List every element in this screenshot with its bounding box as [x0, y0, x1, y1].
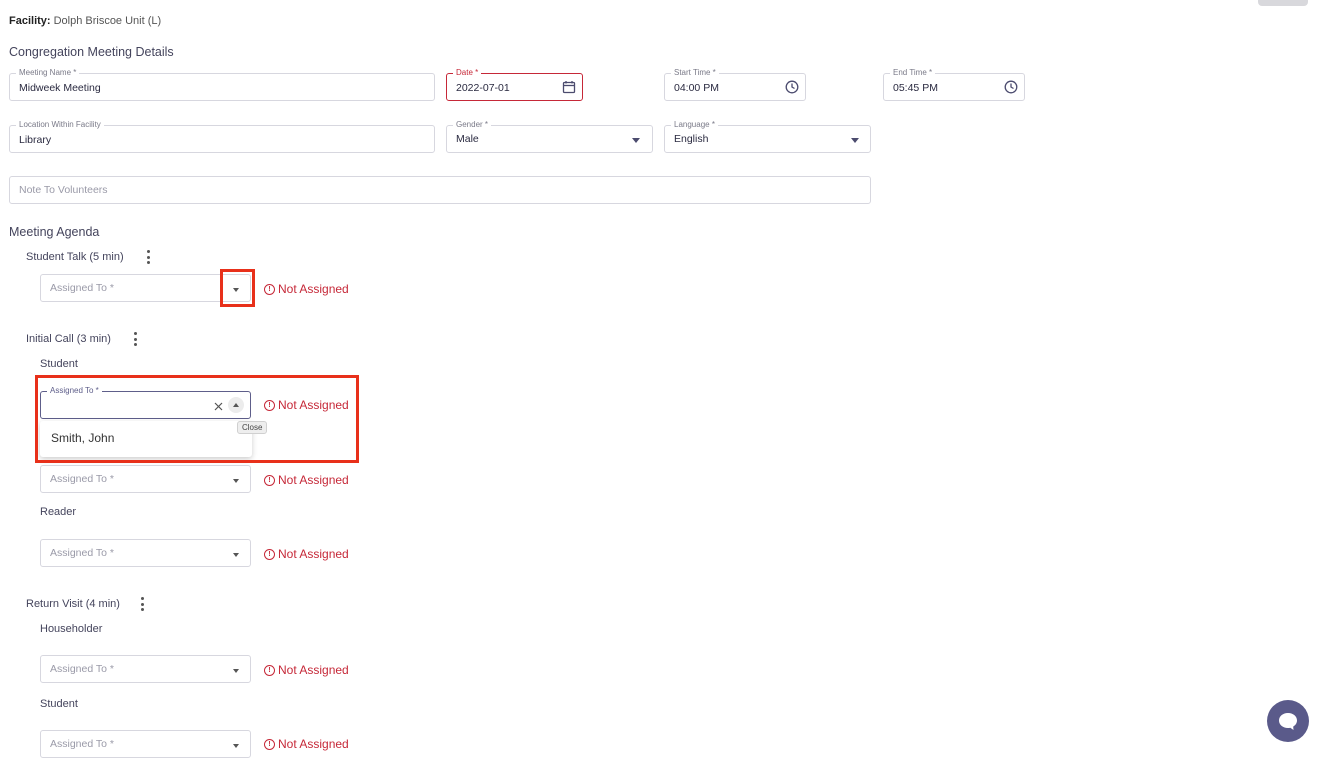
not-assigned-text: Not Assigned: [278, 398, 349, 412]
assigned-placeholder: Assigned To *: [50, 663, 115, 675]
facility-value: Dolph Briscoe Unit (L): [53, 15, 162, 27]
location-value: Library: [19, 134, 52, 146]
chevron-down-icon[interactable]: [632, 138, 640, 143]
not-assigned-status: ! Not Assigned: [264, 398, 349, 412]
location-label: Location Within Facility: [16, 120, 104, 130]
return-visit-student-select[interactable]: Assigned To *: [40, 730, 251, 758]
not-assigned-status: ! Not Assigned: [264, 663, 349, 677]
meeting-name-label: Meeting Name *: [16, 68, 80, 78]
chevron-down-icon[interactable]: [233, 479, 239, 483]
alert-circle-icon: !: [264, 738, 275, 750]
language-select[interactable]: Language * English: [664, 120, 871, 153]
householder-role-label: Householder: [40, 623, 103, 635]
not-assigned-text: Not Assigned: [278, 547, 349, 561]
chevron-down-icon[interactable]: [233, 553, 239, 557]
agenda-title: Meeting Agenda: [9, 225, 100, 239]
clock-icon[interactable]: [785, 80, 799, 94]
not-assigned-text: Not Assigned: [278, 737, 349, 751]
assigned-placeholder: Assigned To *: [50, 738, 115, 750]
kebab-menu-icon[interactable]: [141, 597, 145, 613]
kebab-menu-icon[interactable]: [134, 332, 138, 348]
language-label: Language *: [671, 120, 718, 130]
end-time-value: 05:45 PM: [893, 82, 938, 94]
reader-role-label: Reader: [40, 506, 77, 518]
start-time-value: 04:00 PM: [674, 82, 719, 94]
not-assigned-text: Not Assigned: [278, 663, 349, 677]
initial-call-title: Initial Call (3 min): [26, 333, 111, 345]
location-field[interactable]: Location Within Facility Library: [9, 120, 435, 153]
date-value: 2022-07-01: [456, 82, 510, 94]
clock-icon[interactable]: [1004, 80, 1018, 94]
chat-icon: [1279, 713, 1297, 730]
calendar-icon[interactable]: [562, 80, 576, 94]
kebab-menu-icon[interactable]: [147, 250, 151, 266]
meeting-name-value: Midweek Meeting: [19, 82, 101, 94]
chevron-down-icon[interactable]: [851, 138, 859, 143]
gender-value: Male: [456, 133, 479, 145]
start-time-label: Start Time *: [671, 68, 719, 78]
end-time-label: End Time *: [890, 68, 936, 78]
student-role-label: Student: [40, 358, 78, 370]
householder-assigned-select[interactable]: Assigned To *: [40, 655, 251, 683]
student-talk-title: Student Talk (5 min): [26, 251, 124, 263]
alert-circle-icon: !: [264, 399, 275, 411]
alert-circle-icon: !: [264, 474, 275, 486]
note-to-volunteers-field[interactable]: Note To Volunteers: [9, 176, 871, 204]
assigned-placeholder: Assigned To *: [50, 473, 115, 485]
chevron-down-icon[interactable]: [233, 669, 239, 673]
chevron-down-icon[interactable]: [233, 744, 239, 748]
alert-circle-icon: !: [264, 283, 275, 295]
initial-call-second-select[interactable]: Assigned To *: [40, 465, 251, 493]
end-time-field[interactable]: End Time * 05:45 PM: [883, 68, 1025, 101]
assigned-placeholder: Assigned To *: [50, 282, 115, 294]
gender-label: Gender *: [453, 120, 492, 130]
details-title: Congregation Meeting Details: [9, 45, 174, 59]
date-field[interactable]: Date * 2022-07-01: [446, 68, 583, 101]
note-placeholder: Note To Volunteers: [19, 184, 108, 196]
not-assigned-text: Not Assigned: [278, 473, 349, 487]
return-visit-title: Return Visit (4 min): [26, 598, 120, 610]
meeting-name-field[interactable]: Meeting Name * Midweek Meeting: [9, 68, 435, 101]
gender-select[interactable]: Gender * Male: [446, 120, 653, 153]
not-assigned-status: ! Not Assigned: [264, 737, 349, 751]
date-label: Date *: [453, 68, 482, 78]
start-time-field[interactable]: Start Time * 04:00 PM: [664, 68, 806, 101]
not-assigned-status: ! Not Assigned: [264, 547, 349, 561]
not-assigned-text: Not Assigned: [278, 282, 349, 296]
not-assigned-status: ! Not Assigned: [264, 473, 349, 487]
alert-circle-icon: !: [264, 548, 275, 560]
language-value: English: [674, 133, 709, 145]
facility-label: Facility:: [9, 15, 51, 27]
alert-circle-icon: !: [264, 664, 275, 676]
chat-button[interactable]: [1267, 700, 1309, 742]
highlight-box: [220, 269, 255, 307]
highlight-box: [35, 375, 359, 463]
assigned-placeholder: Assigned To *: [50, 547, 115, 559]
facility-line: Facility: Dolph Briscoe Unit (L): [9, 15, 161, 27]
not-assigned-status: ! Not Assigned: [264, 282, 349, 296]
student-role-label: Student: [40, 698, 78, 710]
reader-assigned-select[interactable]: Assigned To *: [40, 539, 251, 567]
top-action-button[interactable]: [1258, 0, 1308, 6]
